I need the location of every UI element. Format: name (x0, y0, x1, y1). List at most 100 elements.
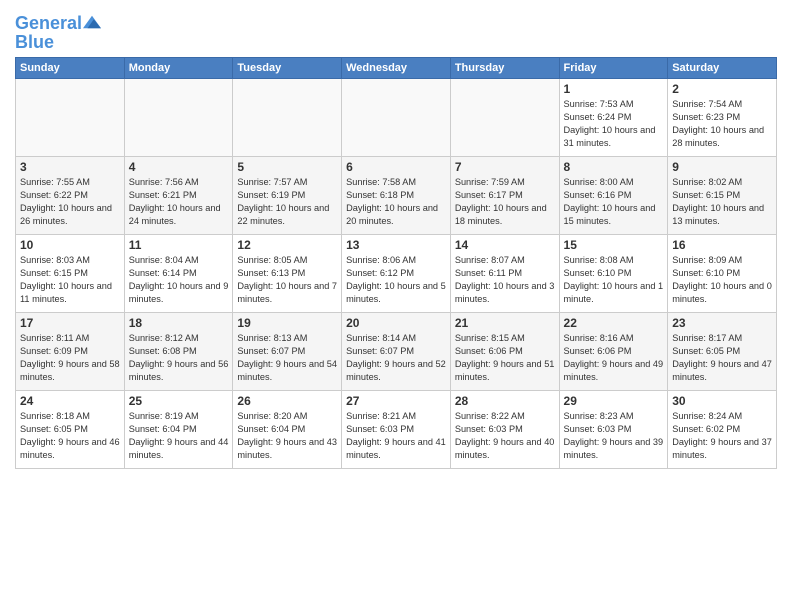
day-cell: 17 Sunrise: 8:11 AM Sunset: 6:09 PM Dayli… (16, 313, 125, 391)
day-number: 20 (346, 316, 446, 330)
day-cell: 19 Sunrise: 8:13 AM Sunset: 6:07 PM Dayli… (233, 313, 342, 391)
day-info: Sunrise: 8:18 AM Sunset: 6:05 PM Dayligh… (20, 410, 120, 462)
day-info: Sunrise: 8:19 AM Sunset: 6:04 PM Dayligh… (129, 410, 229, 462)
day-number: 9 (672, 160, 772, 174)
day-number: 17 (20, 316, 120, 330)
day-number: 7 (455, 160, 555, 174)
day-cell: 3Sunrise: 7:55 AM Sunset: 6:22 PM Daylig… (16, 157, 125, 235)
day-info: Sunrise: 8:21 AM Sunset: 6:03 PM Dayligh… (346, 410, 446, 462)
column-header-saturday: Saturday (668, 58, 777, 79)
day-cell: 24 Sunrise: 8:18 AM Sunset: 6:05 PM Dayli… (16, 391, 125, 469)
day-number: 18 (129, 316, 229, 330)
day-number: 6 (346, 160, 446, 174)
day-number: 12 (237, 238, 337, 252)
day-cell (16, 79, 125, 157)
day-number: 2 (672, 82, 772, 96)
day-cell (342, 79, 451, 157)
column-header-sunday: Sunday (16, 58, 125, 79)
day-cell: 16Sunrise: 8:09 AM Sunset: 6:10 PM Dayli… (668, 235, 777, 313)
day-cell: 18 Sunrise: 8:12 AM Sunset: 6:08 PM Dayli… (124, 313, 233, 391)
day-cell: 25Sunrise: 8:19 AM Sunset: 6:04 PM Dayli… (124, 391, 233, 469)
day-info: Sunrise: 7:57 AM Sunset: 6:19 PM Dayligh… (237, 176, 337, 228)
day-info: Sunrise: 8:15 AM Sunset: 6:06 PM Dayligh… (455, 332, 555, 384)
day-info: Sunrise: 8:20 AM Sunset: 6:04 PM Dayligh… (237, 410, 337, 462)
logo-blue: Blue (15, 32, 101, 53)
day-cell: 27 Sunrise: 8:21 AM Sunset: 6:03 PM Dayli… (342, 391, 451, 469)
day-number: 21 (455, 316, 555, 330)
day-info: Sunrise: 8:12 AM Sunset: 6:08 PM Dayligh… (129, 332, 229, 384)
logo-text: General (15, 14, 82, 32)
day-info: Sunrise: 8:08 AM Sunset: 6:10 PM Dayligh… (564, 254, 664, 306)
column-header-friday: Friday (559, 58, 668, 79)
day-info: Sunrise: 8:11 AM Sunset: 6:09 PM Dayligh… (20, 332, 120, 384)
day-info: Sunrise: 8:16 AM Sunset: 6:06 PM Dayligh… (564, 332, 664, 384)
day-number: 4 (129, 160, 229, 174)
day-number: 11 (129, 238, 229, 252)
day-cell (450, 79, 559, 157)
column-header-wednesday: Wednesday (342, 58, 451, 79)
day-cell (124, 79, 233, 157)
week-row-5: 24 Sunrise: 8:18 AM Sunset: 6:05 PM Dayli… (16, 391, 777, 469)
day-cell: 11Sunrise: 8:04 AM Sunset: 6:14 PM Dayli… (124, 235, 233, 313)
day-info: Sunrise: 8:06 AM Sunset: 6:12 PM Dayligh… (346, 254, 446, 306)
day-info: Sunrise: 8:17 AM Sunset: 6:05 PM Dayligh… (672, 332, 772, 384)
day-info: Sunrise: 8:00 AM Sunset: 6:16 PM Dayligh… (564, 176, 664, 228)
day-number: 26 (237, 394, 337, 408)
day-number: 1 (564, 82, 664, 96)
week-row-2: 3Sunrise: 7:55 AM Sunset: 6:22 PM Daylig… (16, 157, 777, 235)
day-info: Sunrise: 7:55 AM Sunset: 6:22 PM Dayligh… (20, 176, 120, 228)
day-info: Sunrise: 7:59 AM Sunset: 6:17 PM Dayligh… (455, 176, 555, 228)
day-number: 15 (564, 238, 664, 252)
logo-icon (83, 15, 101, 29)
day-info: Sunrise: 7:53 AM Sunset: 6:24 PM Dayligh… (564, 98, 664, 150)
column-header-tuesday: Tuesday (233, 58, 342, 79)
day-number: 27 (346, 394, 446, 408)
day-cell: 28 Sunrise: 8:22 AM Sunset: 6:03 PM Dayli… (450, 391, 559, 469)
day-number: 24 (20, 394, 120, 408)
day-cell: 22Sunrise: 8:16 AM Sunset: 6:06 PM Dayli… (559, 313, 668, 391)
day-cell: 7 Sunrise: 7:59 AM Sunset: 6:17 PM Daylig… (450, 157, 559, 235)
day-number: 13 (346, 238, 446, 252)
day-info: Sunrise: 8:02 AM Sunset: 6:15 PM Dayligh… (672, 176, 772, 228)
day-number: 30 (672, 394, 772, 408)
day-info: Sunrise: 8:13 AM Sunset: 6:07 PM Dayligh… (237, 332, 337, 384)
day-info: Sunrise: 8:14 AM Sunset: 6:07 PM Dayligh… (346, 332, 446, 384)
week-row-3: 10 Sunrise: 8:03 AM Sunset: 6:15 PM Dayli… (16, 235, 777, 313)
column-header-row: SundayMondayTuesdayWednesdayThursdayFrid… (16, 58, 777, 79)
day-cell: 4Sunrise: 7:56 AM Sunset: 6:21 PM Daylig… (124, 157, 233, 235)
day-number: 5 (237, 160, 337, 174)
day-cell: 2 Sunrise: 7:54 AM Sunset: 6:23 PM Daylig… (668, 79, 777, 157)
day-info: Sunrise: 8:05 AM Sunset: 6:13 PM Dayligh… (237, 254, 337, 306)
day-number: 23 (672, 316, 772, 330)
day-info: Sunrise: 8:24 AM Sunset: 6:02 PM Dayligh… (672, 410, 772, 462)
day-number: 10 (20, 238, 120, 252)
day-cell: 23 Sunrise: 8:17 AM Sunset: 6:05 PM Dayli… (668, 313, 777, 391)
day-number: 16 (672, 238, 772, 252)
logo: General Blue (15, 14, 101, 53)
day-cell: 8 Sunrise: 8:00 AM Sunset: 6:16 PM Daylig… (559, 157, 668, 235)
week-row-4: 17 Sunrise: 8:11 AM Sunset: 6:09 PM Dayli… (16, 313, 777, 391)
day-info: Sunrise: 7:54 AM Sunset: 6:23 PM Dayligh… (672, 98, 772, 150)
day-cell: 5 Sunrise: 7:57 AM Sunset: 6:19 PM Daylig… (233, 157, 342, 235)
day-cell: 12 Sunrise: 8:05 AM Sunset: 6:13 PM Dayli… (233, 235, 342, 313)
day-cell (233, 79, 342, 157)
day-cell: 1 Sunrise: 7:53 AM Sunset: 6:24 PM Daylig… (559, 79, 668, 157)
day-number: 29 (564, 394, 664, 408)
column-header-thursday: Thursday (450, 58, 559, 79)
day-cell: 13 Sunrise: 8:06 AM Sunset: 6:12 PM Dayli… (342, 235, 451, 313)
day-cell: 10 Sunrise: 8:03 AM Sunset: 6:15 PM Dayli… (16, 235, 125, 313)
day-info: Sunrise: 8:07 AM Sunset: 6:11 PM Dayligh… (455, 254, 555, 306)
header-row: General Blue (15, 10, 777, 53)
day-cell: 14Sunrise: 8:07 AM Sunset: 6:11 PM Dayli… (450, 235, 559, 313)
day-cell: 30 Sunrise: 8:24 AM Sunset: 6:02 PM Dayli… (668, 391, 777, 469)
day-number: 8 (564, 160, 664, 174)
day-cell: 15 Sunrise: 8:08 AM Sunset: 6:10 PM Dayli… (559, 235, 668, 313)
day-number: 28 (455, 394, 555, 408)
day-info: Sunrise: 8:22 AM Sunset: 6:03 PM Dayligh… (455, 410, 555, 462)
day-number: 19 (237, 316, 337, 330)
day-cell: 9 Sunrise: 8:02 AM Sunset: 6:15 PM Daylig… (668, 157, 777, 235)
day-cell: 26 Sunrise: 8:20 AM Sunset: 6:04 PM Dayli… (233, 391, 342, 469)
week-row-1: 1 Sunrise: 7:53 AM Sunset: 6:24 PM Daylig… (16, 79, 777, 157)
page-container: General Blue SundayMondayTuesdayWednesda… (0, 0, 792, 474)
day-info: Sunrise: 8:03 AM Sunset: 6:15 PM Dayligh… (20, 254, 120, 306)
